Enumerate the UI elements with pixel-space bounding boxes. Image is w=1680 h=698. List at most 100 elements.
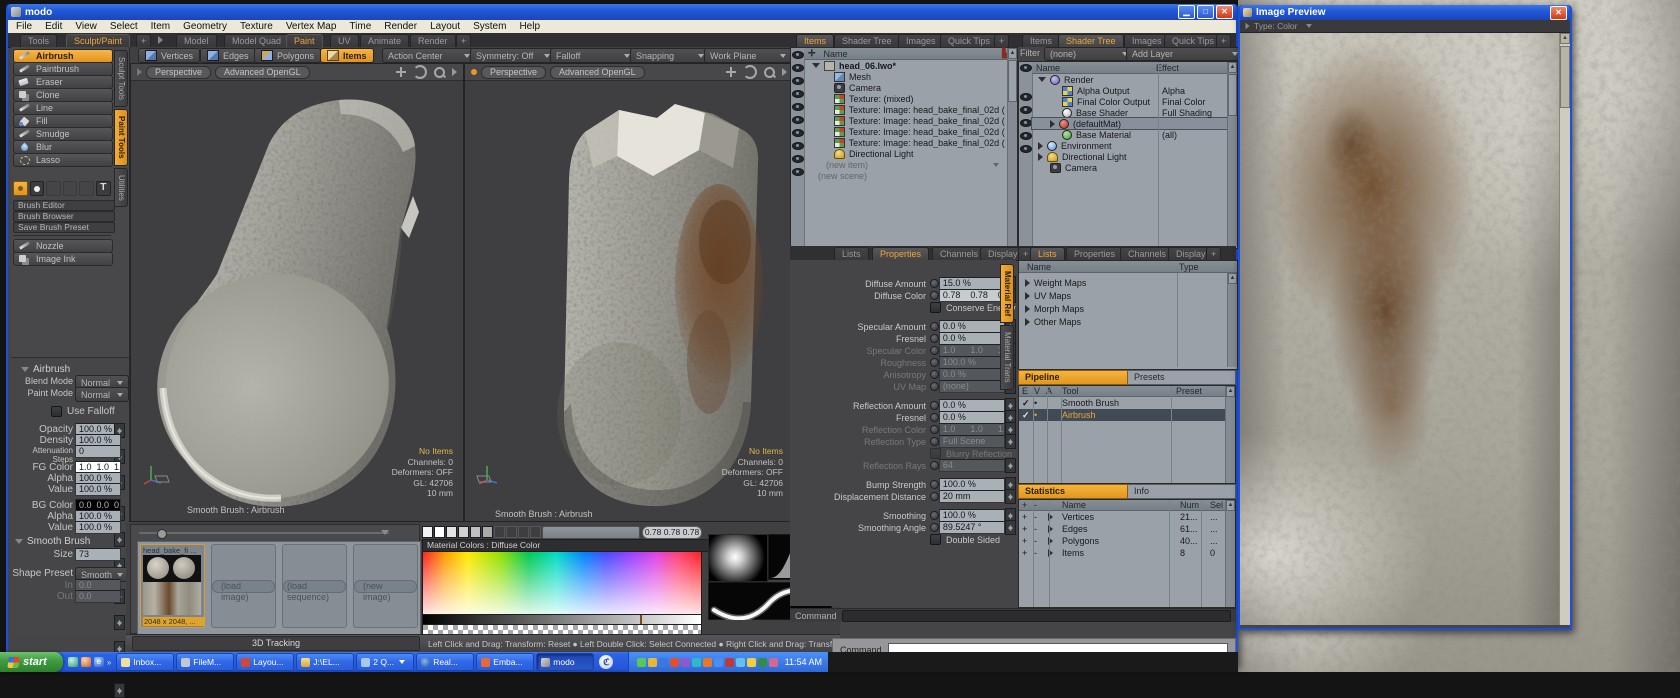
maximize-viewport-icon[interactable] [452,68,457,76]
scroll-thumb[interactable] [1008,60,1017,102]
channel-knob-icon[interactable] [930,279,939,288]
pipeline-row-smooth-brush[interactable]: ✓ • Smooth Brush [1019,397,1235,409]
tab-uv[interactable]: UV [330,34,359,47]
tab-quick-tips[interactable]: Quick Tips [940,34,998,47]
reflection-type-field[interactable]: Full Scene [939,435,1005,448]
stats-scrollbar[interactable]: ▲ [1225,500,1235,607]
slider-handle[interactable] [157,529,167,539]
brush-tip-4[interactable] [63,181,78,196]
menu-vertex-map[interactable]: Vertex Map [286,21,337,32]
bg-alpha-stepper[interactable] [114,615,125,630]
tab-add-3[interactable]: + [994,34,1009,47]
tab-quick-tips-2[interactable]: Quick Tips [1164,34,1222,47]
command-input[interactable] [842,610,1231,622]
side-tab-utilities[interactable]: Utilities [114,168,128,208]
tree-row-texture-3[interactable]: Texture: Image: head_bake_final_02d (3) [804,104,1005,115]
tray-icon[interactable] [758,658,767,667]
menu-file[interactable]: File [16,21,32,32]
tree-row-new-item[interactable]: (new item) [804,159,1005,170]
lists-header[interactable]: Name Type [1019,261,1237,273]
edges-mode-button[interactable]: Edges [200,48,256,63]
eye-icon[interactable] [1020,132,1032,140]
eye-icon[interactable] [792,155,804,163]
channel-knob-icon[interactable] [930,322,939,331]
fg-alpha-stepper[interactable] [114,532,125,547]
tab-images[interactable]: Images [898,34,944,47]
channel-knob-icon[interactable] [930,358,939,367]
viewport-renderer-pill[interactable]: Advanced OpenGL [215,66,310,79]
shader-header[interactable]: Name Effect [1032,62,1236,74]
side-tab-sculpt-tools[interactable]: Sculpt Tools [114,50,128,107]
tray-icon[interactable] [769,658,778,667]
tree-row-directional-light[interactable]: Directional Light [804,148,1005,159]
side-tab-paint-tools[interactable]: Paint Tools [114,109,128,166]
viewport-right[interactable]: Perspective Advanced OpenGL [464,63,794,522]
tab-statistics[interactable]: Statistics [1018,484,1128,499]
channel-knob-icon[interactable] [930,413,939,422]
channel-knob-icon[interactable] [930,461,939,470]
tab-add-4[interactable]: + [1216,34,1231,47]
tab-lists[interactable]: Lists [834,247,869,260]
hue-saturation-field[interactable] [422,551,702,615]
tab-shader-tree-2[interactable]: Shader Tree [1058,34,1124,47]
tab-render[interactable]: Render [410,34,456,47]
eye-icon[interactable] [1020,145,1032,153]
swatch[interactable] [470,526,481,538]
brush-tip-hard[interactable] [30,181,45,196]
stepper[interactable] [1005,520,1016,535]
add-layer-select[interactable]: Add Layer [1126,47,1244,61]
swatch[interactable] [446,526,457,538]
maximize-viewport-icon[interactable] [782,68,787,76]
load-sequence-tile[interactable]: (load sequence) [282,544,347,628]
tab-properties-2[interactable]: Properties [1066,247,1123,260]
list-row-weight-maps[interactable]: Weight Maps [1019,276,1237,289]
viewport-type-pill[interactable]: Perspective [481,66,546,79]
stats-row-edges[interactable]: +- Edges 61...... [1019,523,1235,535]
menu-edit[interactable]: Edit [45,21,62,32]
shader-row-render[interactable]: Render [1032,74,1228,85]
blurry-reflection-checkbox[interactable] [930,448,941,459]
stats-row-items[interactable]: +- Items 80 [1019,547,1235,559]
tray-icon[interactable] [648,658,657,667]
tree-row-texture-4[interactable]: Texture: Image: head_bake_final_02d (4) [804,115,1005,126]
quicklaunch-icon-1[interactable] [68,657,78,667]
rotate-icon[interactable] [413,65,427,79]
diffuse-color-field[interactable]: 0.78 0.78 0.78 [939,289,1005,302]
task-group[interactable]: 2 Q... [356,653,414,671]
uv-map-field[interactable]: (none) [939,380,1005,393]
scroll-up-icon[interactable]: ▲ [1226,386,1235,397]
eye-icon[interactable] [792,103,804,111]
stepper[interactable] [1005,434,1016,449]
remove-from-selection-button[interactable]: - [1034,548,1048,558]
eye-icon[interactable] [792,129,804,137]
pipeline-row-airbrush[interactable]: ✓ • Airbrush [1019,409,1235,421]
work-plane-select[interactable]: Work Plane [704,48,792,63]
scroll-thumb[interactable] [1560,46,1570,108]
scroll-up-icon[interactable]: ▲ [1560,33,1570,44]
tray-icon[interactable] [637,658,646,667]
tab-model[interactable]: Model [176,34,217,47]
vertices-mode-button[interactable]: Vertices [138,48,200,63]
tool-smudge[interactable]: Smudge [13,127,113,141]
snapping-select[interactable]: Snapping [630,48,710,63]
task-explorer-folder[interactable]: J:\EL... [296,653,354,671]
pan-icon[interactable] [726,67,736,77]
channel-knob-icon[interactable] [930,523,939,532]
tab-tools[interactable]: Tools [20,34,57,47]
shader-row-default-mat[interactable]: (defaultMat) [1032,118,1228,129]
tab-presets[interactable]: Presets [1128,370,1236,385]
tray-icon[interactable] [725,658,734,667]
tool-lasso[interactable]: Lasso [13,153,113,167]
preview-scrollbar[interactable]: ▲ [1559,33,1570,625]
conserve-energy-checkbox[interactable] [930,302,941,313]
items-header[interactable]: ✛Name ▙ [804,48,1013,60]
items-scrollbar[interactable]: ▲ [1007,48,1017,246]
shader-row-environment[interactable]: Environment [1032,140,1228,151]
lists-scrollbar[interactable]: ▲ [1227,273,1237,367]
close-button[interactable]: ✕ [1216,5,1233,19]
tracking-mode-indicator[interactable]: 3D Tracking [132,636,420,651]
tool-line[interactable]: Line [13,101,113,115]
brush-editor-button[interactable]: Brush Editor [13,200,115,211]
expander-icon[interactable] [812,63,820,68]
tray-icon[interactable] [692,658,701,667]
